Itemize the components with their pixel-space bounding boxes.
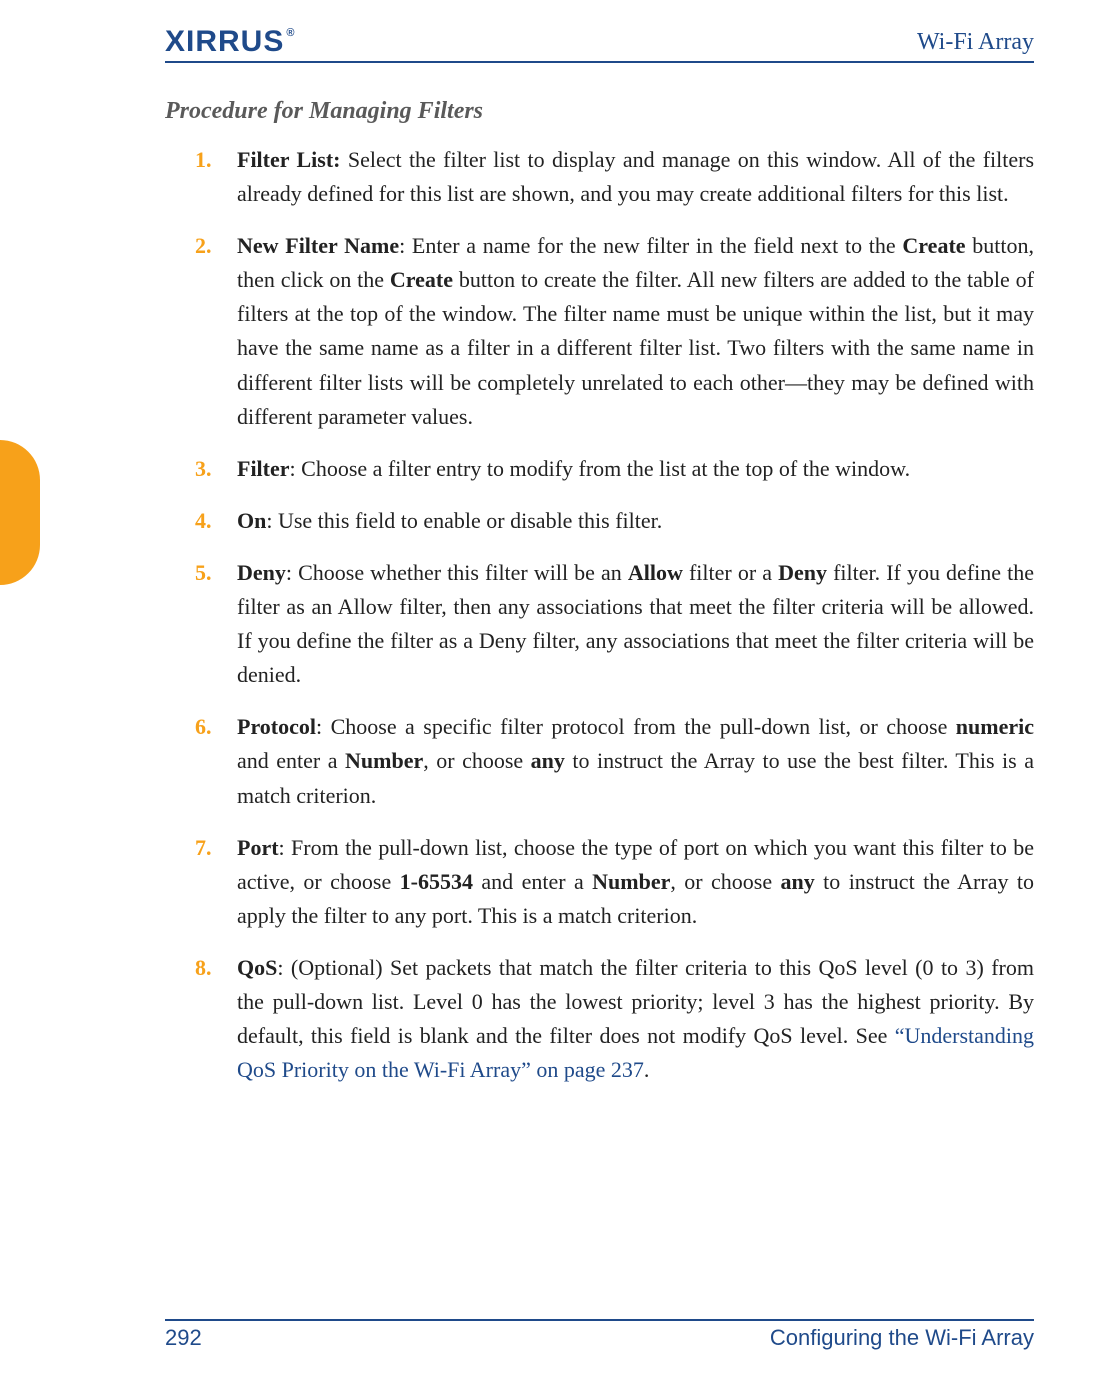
- term-rest: : Use this field to enable or disable th…: [266, 508, 662, 533]
- list-body: On: Use this field to enable or disable …: [237, 504, 1034, 538]
- list-body: Filter List: Select the filter list to d…: [237, 143, 1034, 211]
- bold-text: any: [781, 869, 815, 894]
- text: : Choose whether this filter will be an: [286, 560, 628, 585]
- bold-text: Allow: [628, 560, 683, 585]
- page-number: 292: [165, 1325, 202, 1351]
- procedure-list: 1. Filter List: Select the filter list t…: [165, 143, 1034, 1087]
- bold-text: any: [531, 748, 565, 773]
- bold-text: Deny: [778, 560, 827, 585]
- bold-text: 1-65534: [400, 869, 473, 894]
- text: and enter a: [473, 869, 592, 894]
- list-body: Protocol: Choose a specific filter proto…: [237, 710, 1034, 812]
- term-lead: QoS: [237, 955, 277, 980]
- doc-title: Wi-Fi Array: [917, 29, 1034, 56]
- list-number: 1.: [165, 143, 237, 211]
- side-tab-decor: [0, 440, 40, 585]
- list-number: 6.: [165, 710, 237, 812]
- list-number: 7.: [165, 831, 237, 933]
- list-item: 7. Port: From the pull-down list, choose…: [165, 831, 1034, 933]
- list-body: QoS: (Optional) Set packets that match t…: [237, 951, 1034, 1087]
- list-item: 2. New Filter Name: Enter a name for the…: [165, 229, 1034, 434]
- bold-text: Create: [902, 233, 965, 258]
- term-lead: Filter: [237, 456, 290, 481]
- text: .: [644, 1057, 650, 1082]
- list-body: Port: From the pull-down list, choose th…: [237, 831, 1034, 933]
- section-title: Procedure for Managing Filters: [165, 98, 1034, 125]
- list-number: 4.: [165, 504, 237, 538]
- list-item: 1. Filter List: Select the filter list t…: [165, 143, 1034, 211]
- text: : Enter a name for the new filter in the…: [399, 233, 902, 258]
- term-rest: Select the filter list to display and ma…: [237, 147, 1034, 206]
- term-lead: Deny: [237, 560, 286, 585]
- list-number: 5.: [165, 556, 237, 692]
- list-number: 8.: [165, 951, 237, 1087]
- list-number: 2.: [165, 229, 237, 434]
- bold-text: Create: [390, 267, 453, 292]
- bold-text: numeric: [956, 714, 1034, 739]
- brand-logo-text: XIRRUS: [165, 25, 284, 59]
- text: , or choose: [423, 748, 530, 773]
- term-lead: New Filter Name: [237, 233, 399, 258]
- page-header: XIRRUS ® Wi-Fi Array: [165, 25, 1034, 63]
- page-footer: 292 Configuring the Wi-Fi Array: [165, 1319, 1034, 1351]
- text: , or choose: [670, 869, 780, 894]
- footer-section-title: Configuring the Wi-Fi Array: [770, 1325, 1034, 1351]
- bold-text: Number: [592, 869, 670, 894]
- term-lead: Port: [237, 835, 279, 860]
- term-rest: : Choose a filter entry to modify from t…: [290, 456, 911, 481]
- list-body: Deny: Choose whether this filter will be…: [237, 556, 1034, 692]
- list-body: Filter: Choose a filter entry to modify …: [237, 452, 1034, 486]
- list-item: 3. Filter: Choose a filter entry to modi…: [165, 452, 1034, 486]
- list-item: 8. QoS: (Optional) Set packets that matc…: [165, 951, 1034, 1087]
- term-lead: Filter List:: [237, 147, 340, 172]
- brand-logo: XIRRUS ®: [165, 25, 295, 59]
- list-item: 4. On: Use this field to enable or disab…: [165, 504, 1034, 538]
- list-body: New Filter Name: Enter a name for the ne…: [237, 229, 1034, 434]
- term-lead: Protocol: [237, 714, 316, 739]
- list-item: 6. Protocol: Choose a specific filter pr…: [165, 710, 1034, 812]
- text: and enter a: [237, 748, 345, 773]
- registered-icon: ®: [286, 27, 295, 39]
- list-item: 5. Deny: Choose whether this filter will…: [165, 556, 1034, 692]
- list-number: 3.: [165, 452, 237, 486]
- term-lead: On: [237, 508, 266, 533]
- text: : Choose a specific filter protocol from…: [316, 714, 956, 739]
- text: filter or a: [683, 560, 778, 585]
- bold-text: Number: [345, 748, 423, 773]
